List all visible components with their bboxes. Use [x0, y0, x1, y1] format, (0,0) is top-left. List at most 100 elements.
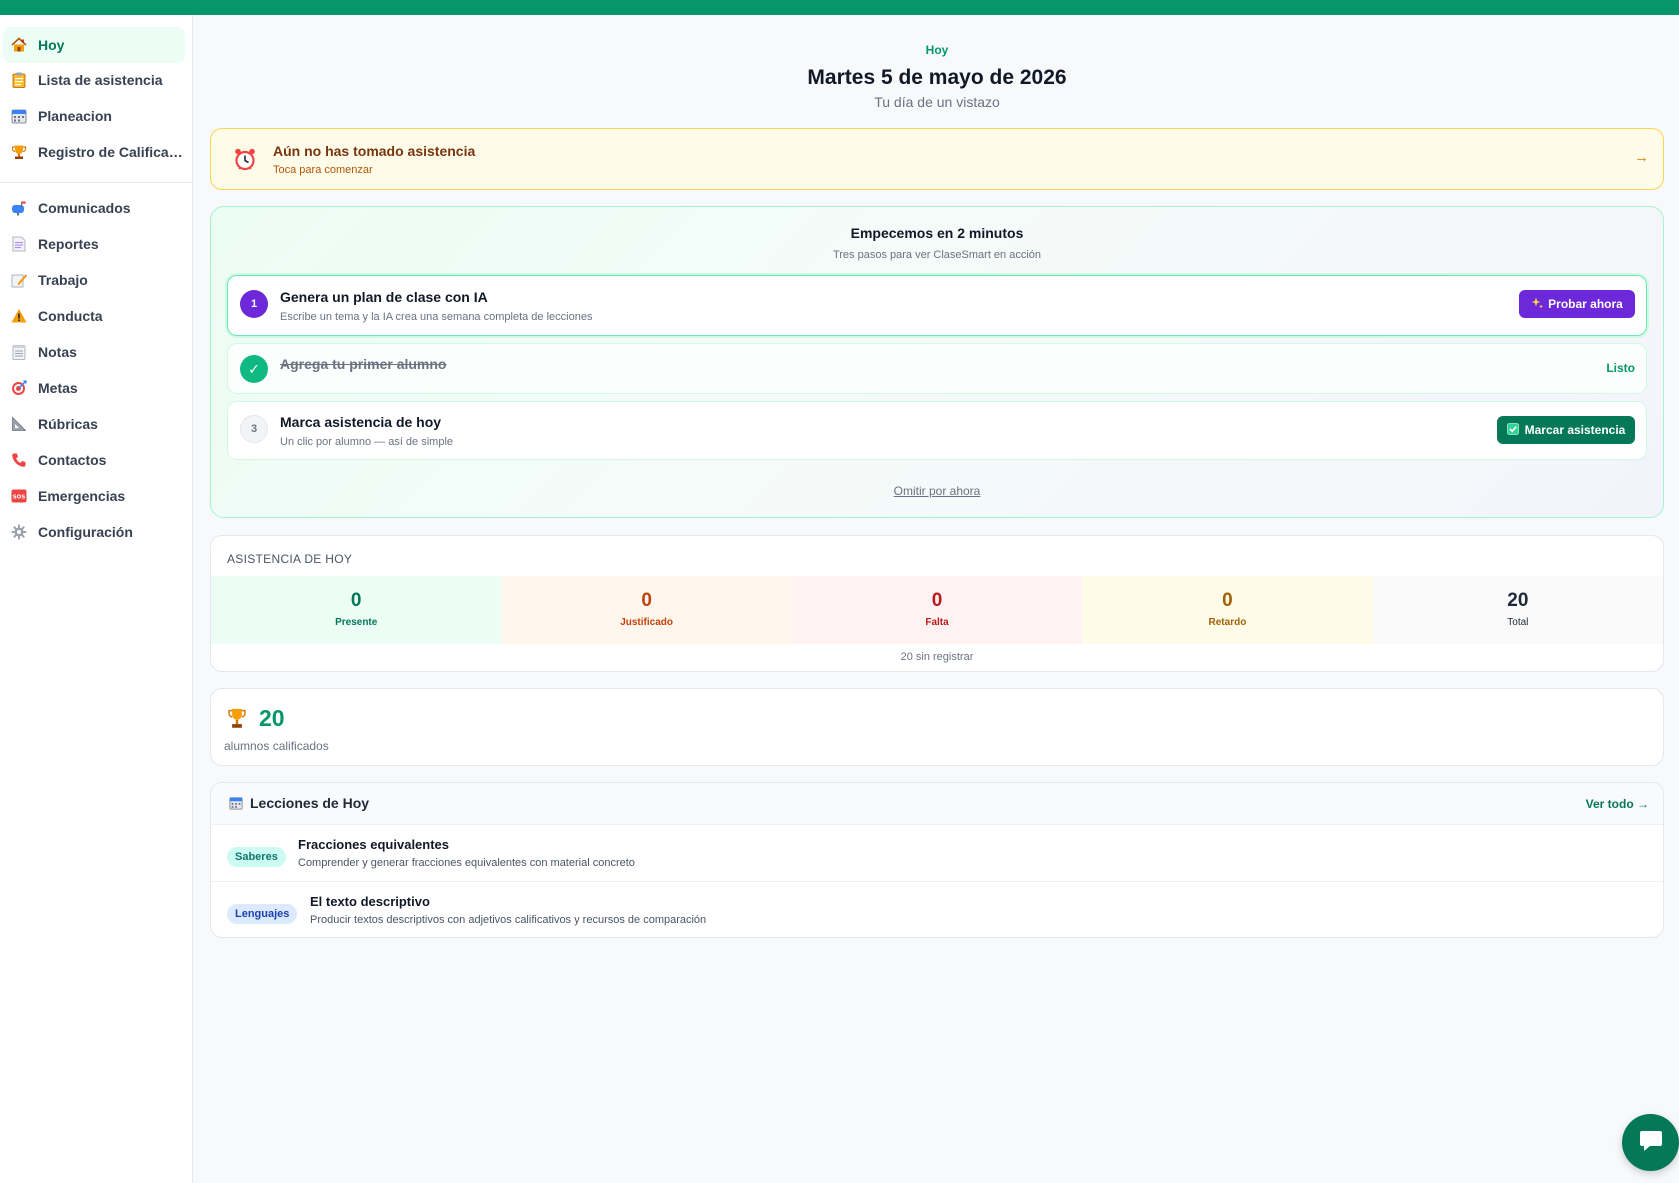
sidebar-item-label: Rúbricas — [38, 416, 98, 432]
trophy-icon — [227, 707, 247, 729]
alert-text: Aún no has tomado asistencia Toca para c… — [273, 143, 475, 176]
sidebar-item-conducta[interactable]: Conducta — [3, 298, 185, 334]
sidebar-item-planeacion[interactable]: Planeacion — [3, 98, 185, 134]
graded-students-card[interactable]: 20 alumnos calificados — [210, 688, 1664, 766]
sidebar-item-label: Configuración — [38, 524, 133, 540]
step-description: Un clic por alumno — así de simple — [280, 436, 454, 448]
sidebar-item-metas[interactable]: Metas — [3, 370, 185, 406]
try-now-label: Probar ahora — [1548, 297, 1623, 311]
stat-label: Presente — [335, 617, 378, 628]
alert-title: Aún no has tomado asistencia — [273, 142, 476, 159]
mailbox-icon — [10, 200, 27, 217]
stat-label: Falta — [925, 617, 949, 628]
lesson-description: Producir textos descriptivos con adjetiv… — [310, 914, 707, 926]
calendar-icon — [229, 796, 243, 810]
step-done-label: Listo — [1606, 361, 1635, 375]
pencil-icon — [10, 272, 27, 289]
lesson-description: Comprender y generar fracciones equivale… — [298, 857, 635, 869]
sidebar-item-label: Registro de Calificaciones — [38, 144, 185, 160]
phone-icon — [10, 452, 27, 469]
stat-value: 0 — [1222, 590, 1233, 611]
mark-attendance-button[interactable]: Marcar asistencia — [1497, 416, 1635, 444]
skip-onboarding-link[interactable]: Omitir por ahora — [211, 484, 1663, 498]
attendance-unregistered-note: 20 sin registrar — [900, 651, 974, 663]
home-icon — [10, 37, 27, 54]
attendance-heading: ASISTENCIA DE HOY — [227, 552, 353, 566]
subject-chip: Saberes — [227, 847, 286, 867]
alarm-clock-icon — [233, 147, 257, 171]
sidebar-item-label: Comunicados — [38, 200, 131, 216]
alert-subtitle: Toca para comenzar — [273, 163, 373, 176]
sidebar-item-rubricas[interactable]: Rúbricas — [3, 406, 185, 442]
step-title: Marca asistencia de hoy — [280, 414, 442, 430]
view-all-link[interactable]: Ver todo → — [1586, 797, 1649, 811]
stat-label: Retardo — [1208, 617, 1247, 628]
sidebar: Hoy Lista de asistencia Planeacion Regis… — [0, 15, 193, 1183]
sidebar-item-label: Conducta — [38, 308, 103, 324]
sidebar-item-reportes[interactable]: Reportes — [3, 226, 185, 262]
svg-text:SOS: SOS — [12, 495, 25, 501]
lesson-item[interactable]: Saberes Fracciones equivalentes Comprend… — [211, 826, 1663, 882]
sidebar-item-contactos[interactable]: Contactos — [3, 442, 185, 478]
arrow-right-icon: → — [1634, 149, 1649, 166]
sidebar-item-comunicados[interactable]: Comunicados — [3, 190, 185, 226]
sidebar-item-label: Planeacion — [38, 108, 112, 124]
report-icon — [10, 236, 27, 253]
sidebar-divider — [0, 182, 192, 183]
chat-bubble-icon — [1638, 1127, 1664, 1158]
chat-button[interactable] — [1622, 1114, 1679, 1171]
step-number-badge: 3 — [240, 415, 268, 443]
stat-value: 0 — [931, 590, 943, 611]
sidebar-item-trabajo[interactable]: Trabajo — [3, 262, 185, 298]
onboarding-step-3: 3 Marca asistencia de hoy Un clic por al… — [227, 401, 1647, 460]
sidebar-item-label: Metas — [38, 380, 78, 396]
onboarding-step-1: 1 Genera un plan de clase con IA Escribe… — [227, 275, 1647, 336]
page-tag: Hoy — [925, 43, 949, 57]
sidebar-item-label: Contactos — [38, 452, 107, 468]
subject-chip: Lenguajes — [227, 904, 298, 924]
onboarding-title: Empecemos en 2 minutos — [850, 225, 1024, 241]
try-now-button[interactable]: Probar ahora — [1519, 290, 1635, 318]
lessons-title: Lecciones de Hoy — [250, 795, 370, 811]
sidebar-item-configuracion[interactable]: Configuración — [3, 514, 185, 550]
attendance-stats: 0 Presente 0 Justificado 0 Falta 0 Retar… — [211, 576, 1663, 644]
check-box-icon — [1506, 422, 1519, 438]
sidebar-item-label: Emergencias — [38, 488, 126, 504]
stat-label: Total — [1507, 617, 1529, 628]
todays-lessons-card: Lecciones de Hoy Ver todo → Saberes Frac… — [210, 782, 1664, 938]
sidebar-item-emergencias[interactable]: SOS Emergencias — [3, 478, 185, 514]
stat-label: Justificado — [620, 617, 673, 628]
lesson-title: El texto descriptivo — [310, 894, 430, 909]
attendance-stat-presente: 0 Presente — [211, 576, 502, 644]
stat-value: 0 — [350, 590, 362, 611]
sidebar-item-label: Reportes — [38, 236, 99, 252]
step-check-badge: ✓ — [240, 355, 268, 383]
top-accent-bar — [0, 0, 1679, 15]
warning-icon — [10, 308, 27, 325]
page-subtitle: Tu día de un vistazo — [874, 94, 1000, 110]
mark-attendance-label: Marcar asistencia — [1524, 423, 1626, 437]
step-title: Agrega tu primer alumno — [280, 356, 447, 372]
target-icon — [10, 380, 27, 397]
trophy-icon — [10, 144, 27, 161]
sidebar-item-notas[interactable]: Notas — [3, 334, 185, 370]
sidebar-item-hoy[interactable]: Hoy — [3, 27, 185, 63]
lesson-title: Fracciones equivalentes — [298, 837, 450, 852]
onboarding-step-2: ✓ Agrega tu primer alumno Listo — [227, 343, 1647, 394]
sidebar-item-registro-de-calificaciones[interactable]: Registro de Calificaciones — [3, 134, 185, 170]
lesson-item[interactable]: Lenguajes El texto descriptivo Producir … — [211, 883, 1663, 937]
lessons-header: Lecciones de Hoy Ver todo → — [211, 783, 1663, 825]
sidebar-item-label: Lista de asistencia — [38, 72, 163, 88]
attendance-reminder-banner[interactable]: Aún no has tomado asistencia Toca para c… — [210, 128, 1664, 190]
ruler-icon — [10, 416, 27, 433]
onboarding-card: Empecemos en 2 minutos Tres pasos para v… — [210, 206, 1664, 518]
page-title: Martes 5 de mayo de 2026 — [807, 66, 1067, 89]
graded-count: 20 — [259, 705, 285, 731]
sidebar-item-lista-de-asistencia[interactable]: Lista de asistencia — [3, 62, 185, 98]
gear-icon — [10, 524, 27, 541]
sidebar-item-label: Notas — [38, 344, 77, 360]
graded-label: alumnos calificados — [224, 739, 329, 753]
step-title: Genera un plan de clase con IA — [280, 289, 488, 305]
stat-value: 20 — [1507, 590, 1529, 611]
clipboard-icon — [10, 72, 27, 89]
